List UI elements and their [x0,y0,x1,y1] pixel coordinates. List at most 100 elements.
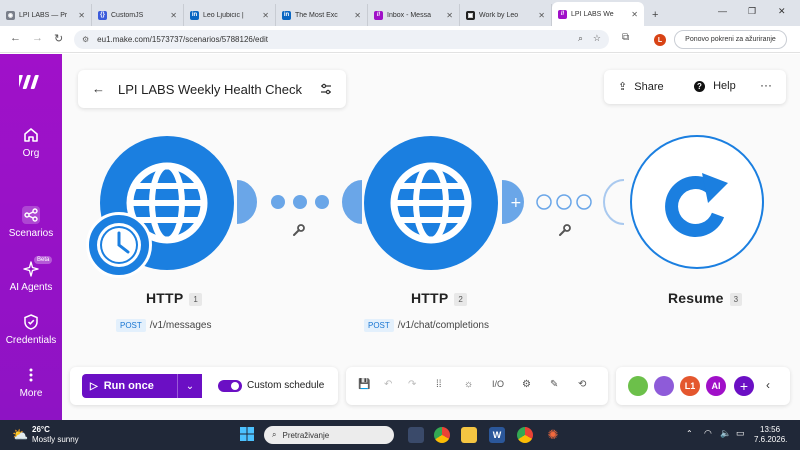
minimize-icon[interactable]: — [718,6,727,16]
windows-start-icon[interactable] [240,427,254,441]
route-dot [293,195,307,209]
l1-app-icon[interactable]: L1 [680,376,700,396]
module-number-badge: 2 [454,292,468,306]
make-logo-icon [14,75,39,89]
wrench-icon [559,224,571,236]
url-input[interactable]: ⚙ eu1.make.com/1573737/scenarios/5788126… [74,30,609,49]
flow-control-icon[interactable] [654,376,674,396]
sidebar-item-label: AI Agents [9,282,53,293]
module-http-2[interactable] [364,136,498,270]
module-subtitle: POST/v1/messages [116,315,211,333]
play-icon: ▷ [90,380,98,392]
taskbar-search[interactable]: ⌕ Pretraživanje [264,426,394,444]
connector-handle [237,180,257,224]
relaunch-update-button[interactable]: Ponovo pokreni za ažuriranje [674,30,787,49]
make-logo[interactable] [14,72,43,95]
browser-tab[interactable]: ▣ Work by Leo ✕ [460,4,552,26]
ai-app-icon[interactable]: AI [706,376,726,396]
maximize-icon[interactable]: ❐ [748,6,756,17]
schedule-clock[interactable] [86,212,152,278]
wifi-icon[interactable]: ◠ [704,428,712,439]
close-icon[interactable]: ✕ [443,11,453,20]
grid-icon[interactable]: ⁞⁞ [436,379,442,390]
sidebar: Org Scenarios Beta AI Agents Credentials… [0,54,62,420]
route-dot [536,194,552,210]
url-text: eu1.make.com/1573737/scenarios/5788126/e… [97,35,268,44]
sidebar-item-more[interactable]: More [0,366,62,399]
forward-icon[interactable]: → [32,32,43,44]
schedule-toggle[interactable] [218,380,242,392]
browser-tab[interactable]: in The Most Exc ✕ [276,4,368,26]
save-icon[interactable]: 💾 [358,379,370,390]
module-number-badge: 3 [729,292,743,306]
scenarios-icon [22,206,40,224]
sidebar-item-label: Scenarios [8,228,54,239]
browser-tab-active[interactable]: // LPI LABS We ✕ [552,2,644,26]
browser-tab[interactable]: {} CustomJS ✕ [92,4,184,26]
io-icon[interactable]: I/O [492,379,504,389]
custom-schedule-label[interactable]: Custom schedule [247,380,324,391]
close-icon[interactable]: ✕ [167,11,177,20]
sidebar-item-scenarios[interactable]: Scenarios [0,206,62,239]
undo-icon[interactable]: ↶ [384,379,392,390]
reload-icon[interactable]: ↻ [54,32,63,45]
close-icon[interactable]: ✕ [259,11,269,20]
weather-description[interactable]: Mostly sunny [32,435,79,444]
sidebar-item-org[interactable]: Org [0,126,62,159]
battery-icon[interactable]: ▭ [736,428,745,439]
collapse-chevron-icon[interactable]: ‹ [766,378,770,392]
windows-taskbar: ⛅ 26°C Mostly sunny ⌕ Pretraživanje W ✺ … [0,420,800,450]
notes-icon[interactable]: ✎ [550,379,558,390]
module-resume-3[interactable] [630,135,764,269]
close-icon[interactable]: ✕ [351,11,361,20]
chrome-profile-icon[interactable] [517,427,533,443]
endpoint-path: /v1/chat/completions [397,320,489,331]
scenario-canvas[interactable]: ← LPI LABS Weekly Health Check ⇪ Share ?… [62,54,800,420]
redo-icon[interactable]: ↷ [408,379,416,390]
http-method-badge: POST [116,319,146,332]
chrome-icon[interactable] [434,427,450,443]
beta-badge: Beta [34,256,53,264]
volume-icon[interactable]: 🔈 [720,428,731,439]
module-label: HTTP 2 [411,290,468,306]
browser-tab-strip: ◉ LPI LABS — Pr ✕ {} CustomJS ✕ in Leo L… [0,0,800,26]
sidebar-item-ai-agents[interactable]: Beta AI Agents [0,256,62,293]
lightbulb-icon[interactable]: ☼ [464,379,473,390]
connector-handle [603,179,625,225]
file-explorer-icon[interactable] [461,427,477,443]
clock-icon [97,223,141,267]
close-window-icon[interactable]: ✕ [778,6,786,17]
tools-app-icon[interactable] [628,376,648,396]
site-info-icon[interactable]: ⚙ [82,35,89,44]
clock-time[interactable]: 13:56 [760,425,780,434]
gear-icon[interactable]: ⚙ [522,379,531,390]
back-icon[interactable]: ← [10,32,21,44]
tab-favicon: in [282,10,291,20]
history-icon[interactable]: ⟲ [578,379,586,390]
browser-tab[interactable]: // Inbox - Messa ✕ [368,4,460,26]
close-icon[interactable]: ✕ [75,11,85,20]
sidebar-item-credentials[interactable]: Credentials [0,313,62,346]
tray-chevron-icon[interactable]: ⌃ [686,429,693,438]
clock-date[interactable]: 7.6.2026. [754,435,787,444]
weather-temperature[interactable]: 26°C [32,425,50,434]
browser-tab[interactable]: in Leo Ljubicic | ✕ [184,4,276,26]
tab-title: Work by Leo [479,11,519,19]
app-spark-icon[interactable]: ✺ [545,427,561,443]
task-view-icon[interactable] [408,427,424,443]
close-icon[interactable]: ✕ [628,10,638,19]
browser-tab[interactable]: ◉ LPI LABS — Pr ✕ [0,4,92,26]
word-icon[interactable]: W [489,427,505,443]
module-name: Resume [668,290,724,306]
bookmark-star-icon[interactable]: ☆ [593,33,601,44]
endpoint-path: /v1/messages [149,320,212,331]
route-dot [315,195,329,209]
profile-avatar[interactable]: L [654,34,666,46]
new-tab-button[interactable]: + [652,9,658,21]
add-module-button[interactable]: + [734,376,754,396]
extensions-icon[interactable]: ⧉ [622,32,629,43]
run-options-chevron-icon[interactable]: ⌄ [177,374,202,398]
zoom-icon[interactable]: ⌕ [578,33,583,44]
close-icon[interactable]: ✕ [535,11,545,20]
module-subtitle: POST/v1/chat/completions [364,315,489,333]
